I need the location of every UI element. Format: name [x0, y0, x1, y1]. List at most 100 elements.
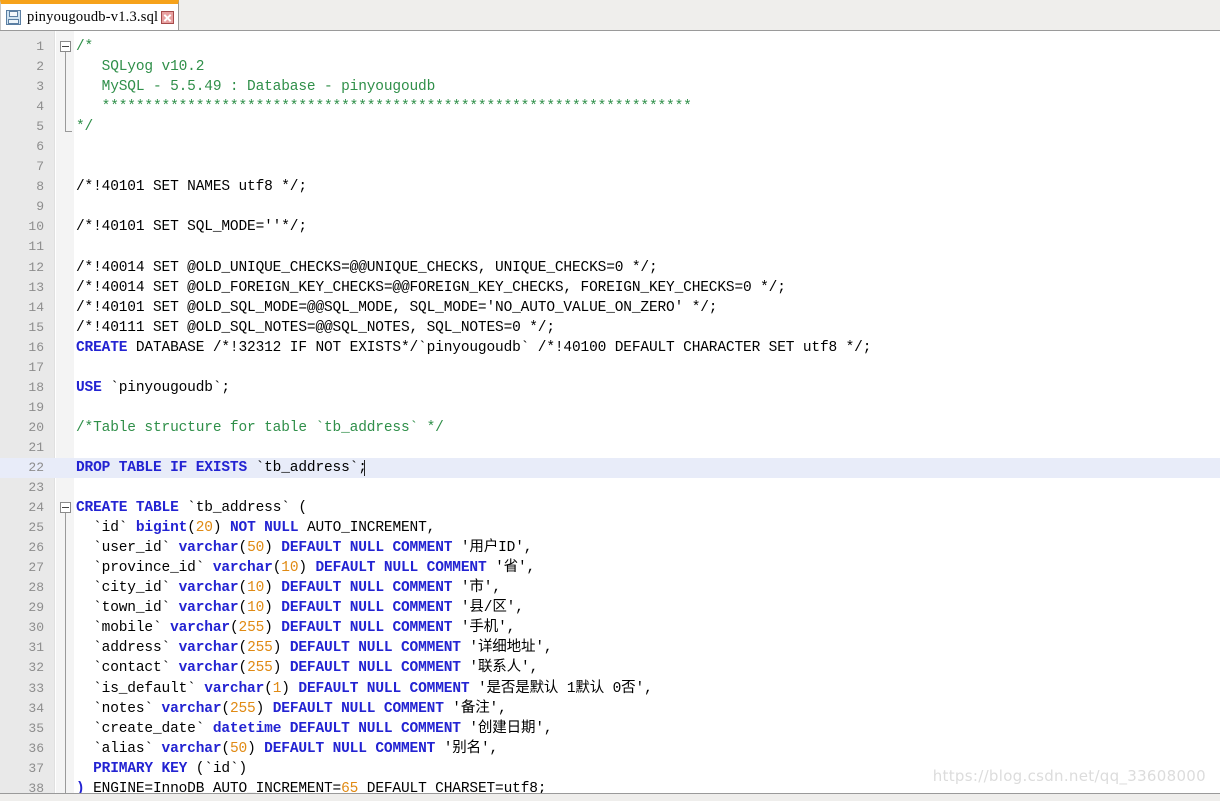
fold-toggle-icon[interactable]	[60, 41, 71, 52]
code-token: varchar	[170, 620, 230, 637]
code-token: DEFAULT NULL COMMENT	[298, 680, 470, 697]
code-text: `city_id` varchar(10) DEFAULT NULL COMME…	[76, 578, 501, 598]
code-line[interactable]: 14 /*!40101 SET @OLD_SQL_MODE=@@SQL_MODE,…	[0, 298, 1220, 318]
code-line[interactable]: 33 `is_default` varchar(1) DEFAULT NULL …	[0, 679, 1220, 699]
code-token: )	[264, 580, 282, 597]
code-token: `province_id`	[76, 560, 213, 577]
fold-line	[65, 52, 66, 132]
line-number: 16	[28, 339, 44, 355]
code-token: /*!40101 SET @OLD_SQL_MODE=@@SQL_MODE, S…	[76, 299, 718, 316]
code-line[interactable]: 12 /*!40014 SET @OLD_UNIQUE_CHECKS=@@UNIQ…	[0, 258, 1220, 278]
code-line[interactable]: 2 SQLyog v10.2	[0, 57, 1220, 77]
code-token: varchar	[161, 700, 222, 717]
code-line[interactable]: 21	[0, 438, 1220, 458]
code-line[interactable]: 30 `mobile` varchar(255) DEFAULT NULL CO…	[0, 618, 1220, 638]
code-line[interactable]: 36 `alias` varchar(50) DEFAULT NULL COMM…	[0, 739, 1220, 759]
code-token: DEFAULT NULL COMMENT	[315, 560, 487, 577]
code-line[interactable]: 16 CREATE DATABASE /*!32312 IF NOT EXISTS…	[0, 338, 1220, 358]
code-line[interactable]: 25 `id` bigint(20) NOT NULL AUTO_INCREME…	[0, 518, 1220, 538]
code-line[interactable]: 28 `city_id` varchar(10) DEFAULT NULL CO…	[0, 578, 1220, 598]
line-number: 13	[28, 279, 44, 295]
code-line[interactable]: 15 /*!40111 SET @OLD_SQL_NOTES=@@SQL_NOTE…	[0, 318, 1220, 338]
code-line[interactable]: 35 `create_date` datetime DEFAULT NULL C…	[0, 719, 1220, 739]
code-token: DEFAULT CHARSET=utf8;	[358, 780, 547, 793]
code-token: DEFAULT NULL COMMENT	[281, 540, 453, 557]
code-line[interactable]: 20 /*Table structure for table `tb_addres…	[0, 418, 1220, 438]
code-line[interactable]: 18 USE `pinyougoudb`;	[0, 378, 1220, 398]
code-token: varchar	[178, 580, 239, 597]
code-line[interactable]: 24 CREATE TABLE `tb_address` (	[0, 498, 1220, 518]
code-line[interactable]: 22 DROP TABLE IF EXISTS `tb_address`;	[0, 457, 1220, 479]
code-line[interactable]: 29 `town_id` varchar(10) DEFAULT NULL CO…	[0, 598, 1220, 618]
code-token: '创建日期',	[460, 720, 553, 737]
line-number: 33	[28, 680, 44, 696]
text-cursor	[363, 460, 365, 477]
code-line[interactable]: 6	[0, 137, 1220, 157]
code-line[interactable]: 4 **************************************…	[0, 97, 1220, 117]
code-text: USE `pinyougoudb`;	[76, 378, 230, 398]
code-token: )	[264, 620, 282, 637]
code-token: '是否是默认 1默认 0否',	[469, 680, 653, 697]
code-editor[interactable]: 1/* 2 SQLyog v10.2 3 MySQL - 5.5.49 : Data…	[0, 31, 1220, 793]
code-token: DEFAULT NULL COMMENT	[272, 700, 444, 717]
code-line[interactable]: 9	[0, 197, 1220, 217]
code-token: DEFAULT NULL COMMENT	[264, 740, 436, 757]
code-line[interactable]: 13 /*!40014 SET @OLD_FOREIGN_KEY_CHECKS=@…	[0, 278, 1220, 298]
code-line[interactable]: 19	[0, 398, 1220, 418]
code-line[interactable]: 27 `province_id` varchar(10) DEFAULT NUL…	[0, 558, 1220, 578]
line-number: 38	[28, 780, 44, 793]
tab-pinyougoudb-sql[interactable]: pinyougoudb-v1.3.sql	[0, 0, 180, 30]
code-token: `id`	[76, 520, 136, 537]
line-number: 4	[36, 99, 44, 115]
code-rows: 1/* 2 SQLyog v10.2 3 MySQL - 5.5.49 : Data…	[0, 37, 1220, 793]
code-line[interactable]: 34 `notes` varchar(255) DEFAULT NULL COM…	[0, 699, 1220, 719]
code-token: CREATE	[76, 339, 128, 356]
code-line[interactable]: 23	[0, 478, 1220, 498]
code-token: (	[187, 520, 196, 537]
code-text: ****************************************…	[76, 97, 692, 117]
code-token: DEFAULT NULL COMMENT	[289, 640, 461, 657]
line-number: 34	[28, 700, 44, 716]
code-token: ****************************************…	[76, 99, 692, 116]
code-line[interactable]: 17	[0, 358, 1220, 378]
code-text: `mobile` varchar(255) DEFAULT NULL COMME…	[76, 618, 515, 638]
code-token: varchar	[178, 540, 239, 557]
code-line[interactable]: 31 `address` varchar(255) DEFAULT NULL C…	[0, 638, 1220, 658]
code-token: )	[255, 700, 273, 717]
code-text: `province_id` varchar(10) DEFAULT NULL C…	[76, 558, 535, 578]
code-text: MySQL - 5.5.49 : Database - pinyougoudb	[76, 77, 436, 97]
line-number: 27	[28, 560, 44, 576]
code-token: PRIMARY KEY	[93, 760, 188, 777]
tab-label: pinyougoudb-v1.3.sql	[27, 8, 159, 25]
code-line[interactable]: 32 `contact` varchar(255) DEFAULT NULL C…	[0, 658, 1220, 678]
close-icon[interactable]	[161, 10, 175, 24]
fold-toggle-icon[interactable]	[60, 502, 71, 514]
fold-line-end	[65, 131, 72, 133]
code-line[interactable]: 26 `user_id` varchar(50) DEFAULT NULL CO…	[0, 538, 1220, 558]
line-number: 9	[36, 199, 44, 215]
code-token: `tb_address`;	[247, 459, 367, 476]
code-line[interactable]: 10 /*!40101 SET SQL_MODE=''*/;	[0, 217, 1220, 237]
code-token: `pinyougoudb`;	[101, 379, 230, 396]
line-number: 6	[36, 139, 44, 155]
code-line[interactable]: 5 */	[0, 117, 1220, 137]
code-text: CREATE TABLE `tb_address` (	[76, 498, 307, 518]
code-token: )	[247, 740, 265, 757]
code-line[interactable]: 3 MySQL - 5.5.49 : Database - pinyougoud…	[0, 77, 1220, 97]
code-token: (	[238, 660, 248, 677]
line-number: 28	[28, 580, 44, 596]
line-number: 1	[36, 39, 44, 54]
code-line[interactable]: 1 /*	[0, 37, 1220, 57]
code-line[interactable]: 7	[0, 157, 1220, 177]
code-token: (	[221, 740, 230, 757]
line-number: 36	[28, 740, 44, 756]
fold-line	[65, 513, 66, 793]
code-token: datetime DEFAULT NULL COMMENT	[212, 720, 461, 737]
code-token: (	[238, 580, 248, 597]
code-token: (	[238, 640, 248, 657]
line-number: 35	[28, 720, 44, 736]
code-line[interactable]: 11	[0, 237, 1220, 257]
code-line[interactable]: 8 /*!40101 SET NAMES utf8 */;	[0, 177, 1220, 197]
code-text: PRIMARY KEY (`id`)	[76, 759, 247, 779]
code-token: )	[76, 780, 94, 793]
